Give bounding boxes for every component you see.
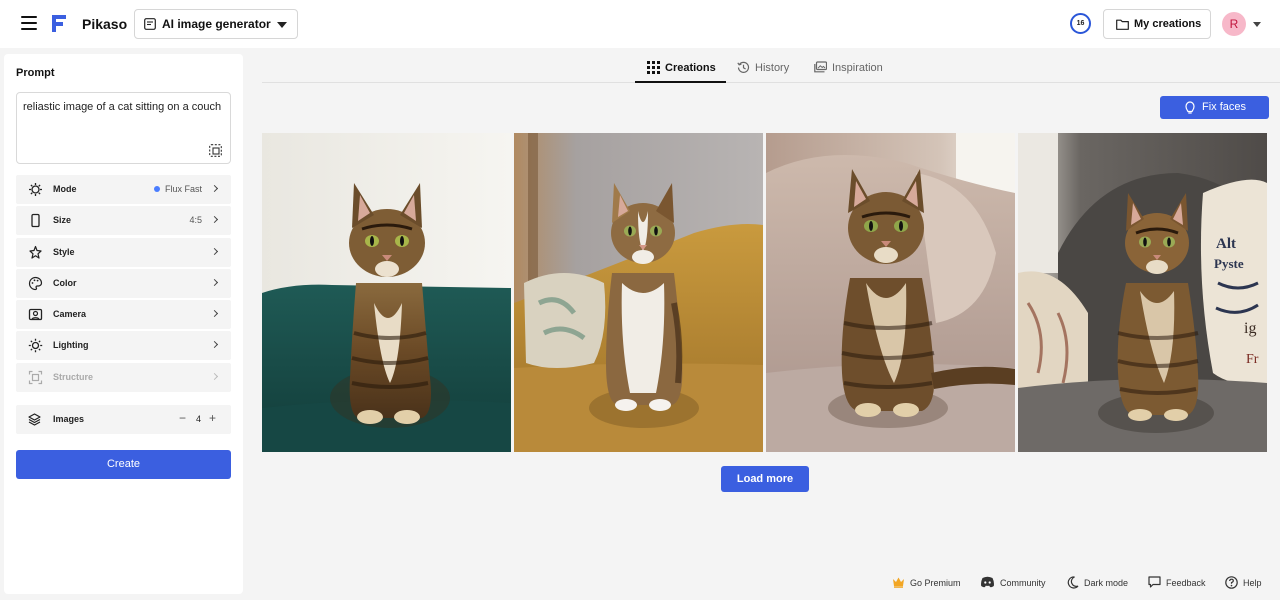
tool-select-dropdown[interactable]: AI image generator [134, 9, 298, 39]
tool-select-label: AI image generator [162, 17, 271, 31]
setting-label: Structure [53, 371, 94, 382]
brand-name[interactable]: Pikaso [82, 16, 127, 32]
setting-value: 4:5 [189, 215, 202, 226]
tab-label: Inspiration [832, 62, 883, 74]
svg-text:Pyste: Pyste [1214, 256, 1244, 271]
image-gallery: Alt Pyste ig Fr [262, 133, 1267, 452]
top-header: Pikaso AI image generator 16 My creation… [0, 0, 1280, 48]
sidebar-panel: Prompt reliastic image of a cat sitting … [4, 54, 243, 594]
setting-value: Flux Fast [153, 184, 202, 194]
chevron-down-icon [277, 22, 287, 28]
account-chevron-down-icon[interactable] [1253, 22, 1261, 27]
svg-text:Alt: Alt [1216, 236, 1236, 252]
tab-creations[interactable]: Creations [635, 54, 726, 83]
mode-status-dot [153, 186, 160, 192]
generated-image-1[interactable] [262, 133, 511, 452]
moon-icon [1067, 576, 1079, 589]
chevron-right-icon [210, 341, 219, 349]
footer-links: Go Premium Community Dark mode Feedback … [880, 576, 1280, 594]
setting-camera[interactable]: Camera [16, 300, 231, 330]
images-count-value: 4 [196, 414, 202, 424]
setting-label: Mode [53, 184, 77, 194]
generated-image-3[interactable] [766, 133, 1015, 452]
prompt-enhance-icon[interactable] [209, 144, 222, 157]
setting-mode[interactable]: Mode Flux Fast [16, 175, 231, 204]
increase-images-button[interactable]: + [209, 411, 216, 425]
chevron-right-icon [210, 247, 219, 255]
images-label: Images [53, 414, 85, 424]
menu-icon[interactable] [21, 16, 37, 30]
tab-history[interactable]: History [737, 54, 797, 83]
load-more-button[interactable]: Load more [721, 466, 809, 492]
generated-image-4[interactable]: Alt Pyste ig Fr [1018, 133, 1267, 452]
setting-style[interactable]: Style [16, 237, 231, 267]
view-tabs: Creations History Inspiration [262, 54, 1280, 83]
chevron-right-icon [210, 372, 219, 380]
setting-size[interactable]: Size 4:5 [16, 206, 231, 236]
chevron-right-icon [210, 216, 219, 224]
setting-lighting[interactable]: Lighting [16, 331, 231, 361]
help-label: Help [1243, 578, 1262, 588]
crown-icon [893, 577, 904, 588]
decrease-images-button[interactable]: − [179, 411, 186, 425]
chevron-right-icon [210, 310, 219, 318]
feedback-label: Feedback [1166, 578, 1206, 588]
tab-label: Creations [665, 62, 716, 74]
prompt-text: reliastic image of a cat sitting on a co… [23, 101, 222, 113]
grid-icon [647, 61, 660, 74]
go-premium-label: Go Premium [910, 578, 961, 588]
palette-icon [28, 276, 43, 290]
feedback-icon [1148, 576, 1161, 588]
chevron-right-icon [210, 278, 219, 286]
setting-label: Camera [53, 309, 87, 320]
setting-label: Color [53, 277, 77, 288]
mode-icon [29, 183, 42, 196]
discord-icon [981, 576, 994, 588]
my-creations-label: My creations [1134, 18, 1202, 30]
prompt-title: Prompt [16, 67, 55, 79]
generated-image-2[interactable] [514, 133, 763, 452]
inspiration-icon [814, 61, 827, 73]
svg-text:Fr: Fr [1246, 352, 1259, 367]
image-generator-icon [144, 18, 156, 30]
setting-label: Size [53, 215, 72, 226]
setting-label: Lighting [53, 340, 89, 351]
fix-faces-button[interactable]: Fix faces [1160, 96, 1269, 119]
dark-mode-label: Dark mode [1084, 578, 1129, 588]
setting-structure[interactable]: Structure [16, 362, 231, 392]
prompt-input[interactable]: reliastic image of a cat sitting on a co… [16, 92, 231, 164]
fix-faces-label: Fix faces [1202, 101, 1247, 113]
size-icon [31, 214, 40, 228]
images-count-control: Images − 4 + [16, 405, 231, 434]
history-icon [737, 61, 750, 73]
style-icon [29, 245, 42, 259]
my-creations-button[interactable]: My creations [1103, 9, 1211, 39]
credits-counter[interactable]: 16 [1070, 13, 1091, 34]
settings-list: Mode Flux Fast Size 4:5 Style Color Came… [16, 175, 231, 394]
tab-label: History [755, 62, 790, 74]
face-fix-icon [1185, 101, 1195, 114]
chevron-right-icon [210, 184, 219, 193]
lighting-icon [28, 339, 43, 353]
setting-color[interactable]: Color [16, 268, 231, 298]
pikaso-logo-icon[interactable] [52, 15, 68, 32]
camera-icon [28, 309, 43, 321]
create-button[interactable]: Create [16, 450, 231, 479]
setting-label: Style [53, 246, 75, 257]
avatar[interactable]: R [1222, 12, 1246, 36]
structure-icon [28, 370, 43, 384]
tab-inspiration[interactable]: Inspiration [814, 54, 886, 83]
help-icon [1225, 576, 1238, 589]
layers-icon [28, 413, 41, 426]
svg-text:ig: ig [1244, 320, 1256, 337]
community-label: Community [1000, 578, 1046, 588]
folder-icon [1116, 19, 1129, 30]
